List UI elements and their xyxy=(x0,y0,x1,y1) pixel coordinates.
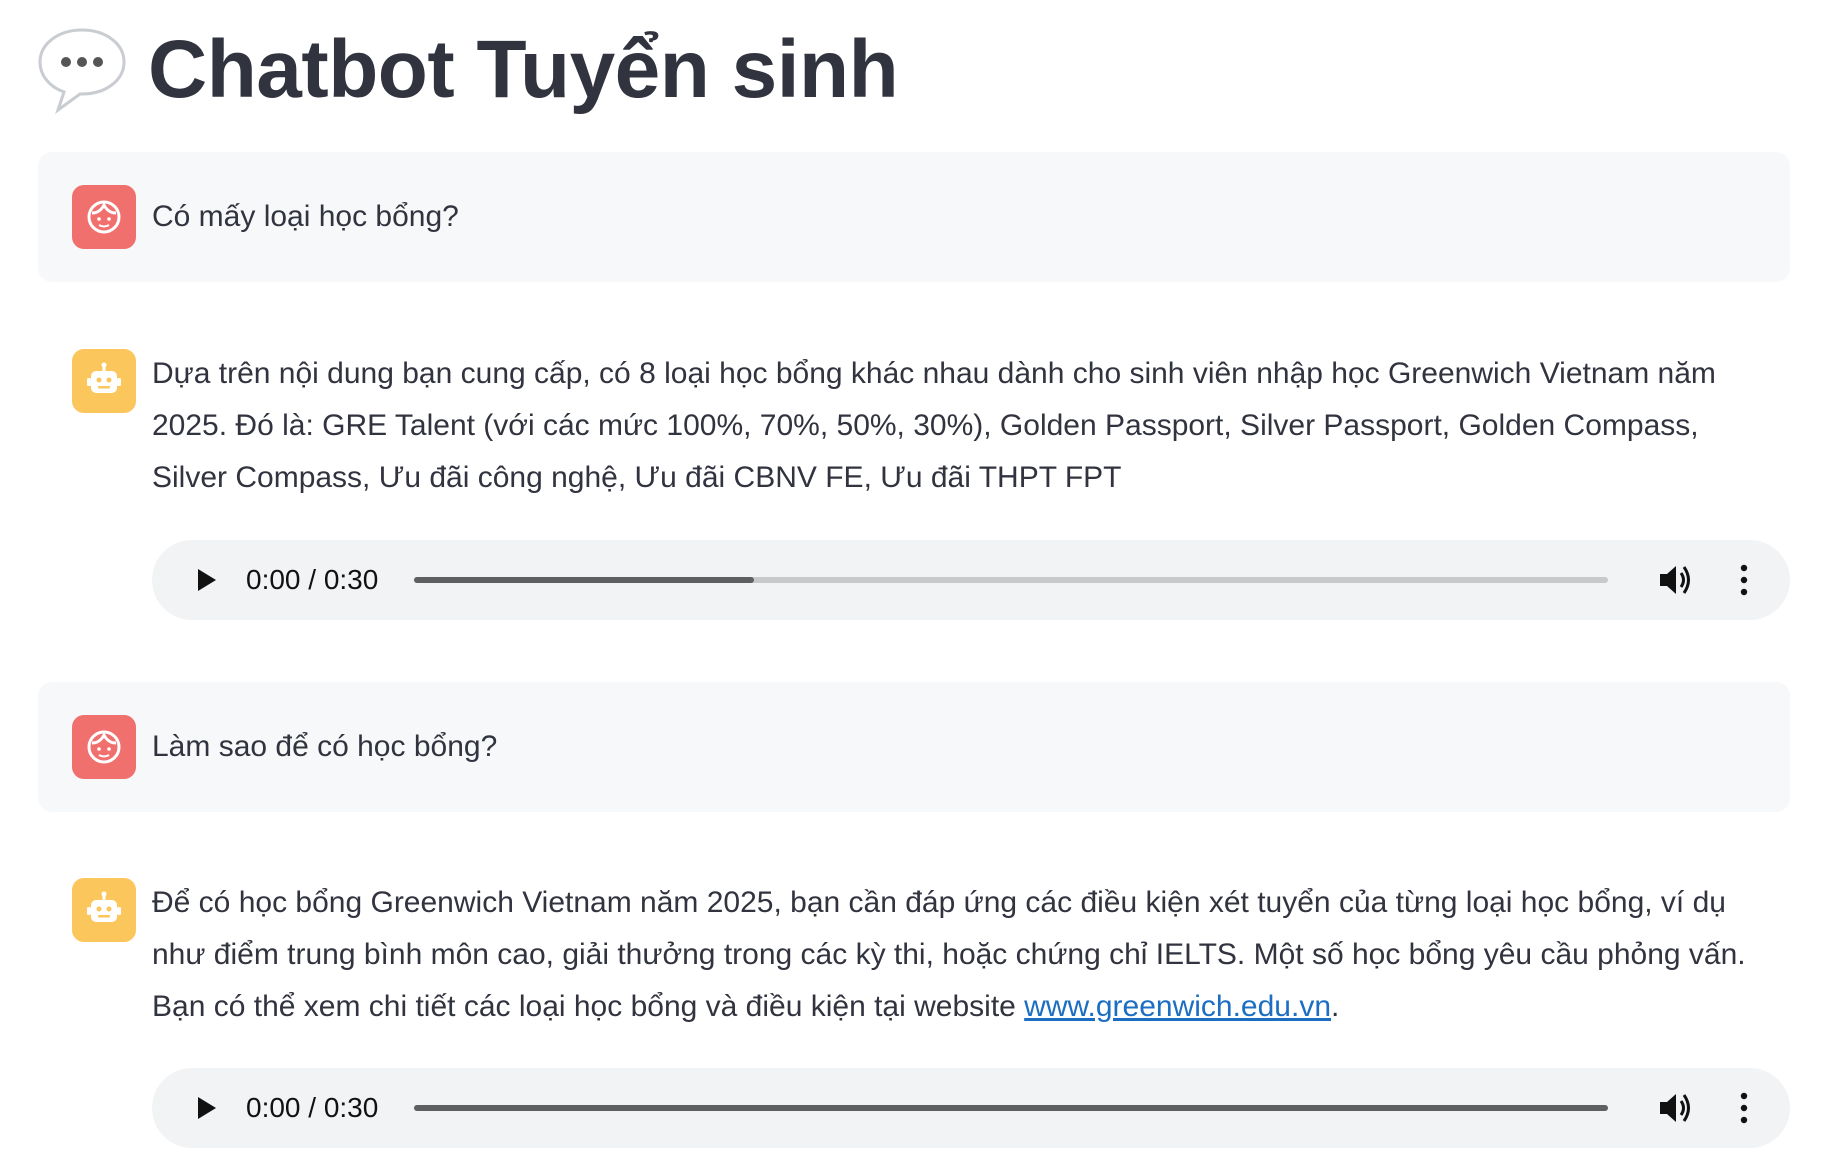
website-link[interactable]: www.greenwich.edu.vn xyxy=(1024,990,1331,1023)
user-avatar xyxy=(72,185,136,249)
audio-progress-fill xyxy=(414,1105,1608,1111)
audio-time: 0:00 / 0:30 xyxy=(246,1092,379,1123)
audio-progress-bar[interactable] xyxy=(414,577,1608,583)
audio-progress-bar[interactable] xyxy=(414,1105,1608,1111)
audio-time: 0:00 / 0:30 xyxy=(246,564,379,595)
play-icon[interactable] xyxy=(192,566,220,594)
user-face-icon xyxy=(87,730,121,764)
bot-avatar xyxy=(72,349,136,413)
message-text: Dựa trên nội dung bạn cung cấp, có 8 loạ… xyxy=(152,357,1716,494)
user-face-icon xyxy=(87,200,121,234)
volume-icon[interactable] xyxy=(1656,1089,1694,1127)
robot-icon xyxy=(87,891,121,922)
page-title: Chatbot Tuyển sinh xyxy=(148,24,899,115)
audio-player[interactable]: 0:00 / 0:30 xyxy=(152,540,1790,620)
speech-bubble-icon xyxy=(38,28,126,114)
message-text-end: . xyxy=(1331,990,1340,1023)
message-text: Làm sao để có học bổng? xyxy=(152,730,498,763)
volume-icon[interactable] xyxy=(1656,561,1694,599)
message-text: Có mấy loại học bổng? xyxy=(152,200,459,233)
audio-progress-fill xyxy=(414,577,755,583)
more-vertical-icon[interactable] xyxy=(1738,1092,1750,1124)
page-header: Chatbot Tuyển sinh xyxy=(36,20,899,120)
message-text: Để có học bổng Greenwich Vietnam năm 202… xyxy=(152,877,1780,1033)
play-icon[interactable] xyxy=(192,1094,220,1122)
user-avatar xyxy=(72,715,136,779)
chat-message-user: Có mấy loại học bổng? xyxy=(38,152,1790,282)
robot-icon xyxy=(87,362,121,393)
audio-player[interactable]: 0:00 / 0:30 xyxy=(152,1068,1790,1148)
message-text-part: Để có học bổng Greenwich Vietnam năm 202… xyxy=(152,886,1746,1023)
chat-page: Chatbot Tuyển sinh Có mấy loại học bổng? xyxy=(0,0,1828,1166)
bot-avatar xyxy=(72,878,136,942)
chat-message-user: Làm sao để có học bổng? xyxy=(38,682,1790,812)
more-vertical-icon[interactable] xyxy=(1738,564,1750,596)
